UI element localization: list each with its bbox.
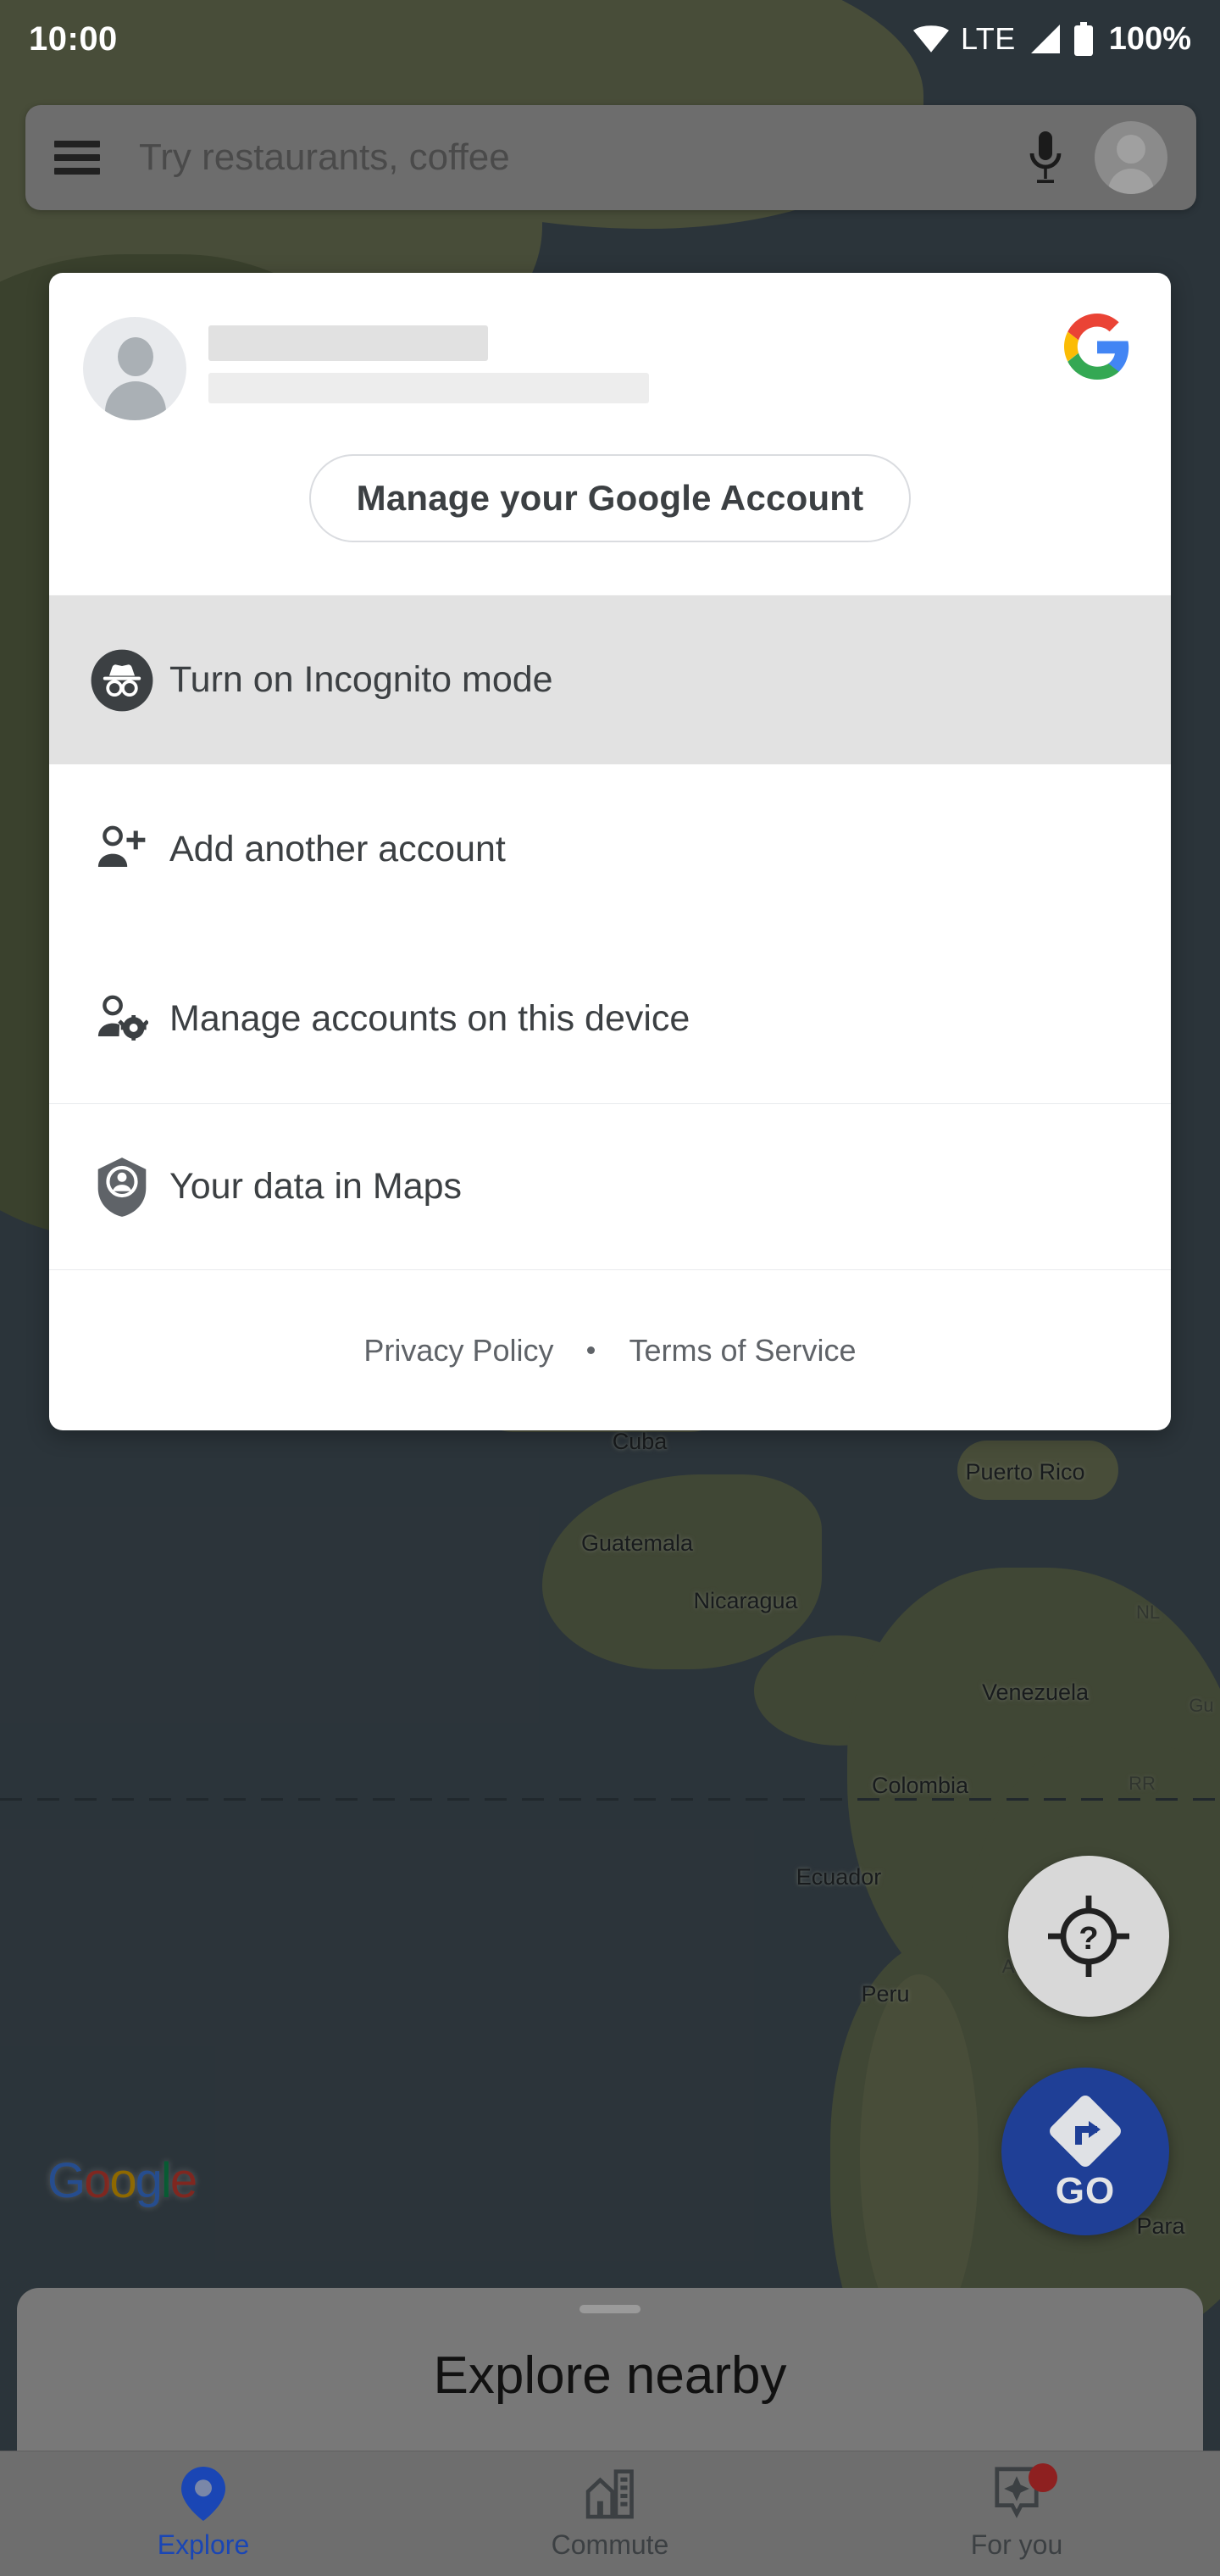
menu-item-label: Manage accounts on this device — [169, 997, 690, 1039]
account-menu-card: Manage your Google Account Turn on Incog… — [49, 273, 1171, 1430]
directions-arrow-icon — [1050, 2096, 1121, 2167]
menu-item-turn-on-incognito-mode[interactable]: Turn on Incognito mode — [49, 595, 1171, 764]
network-type-label: LTE — [960, 21, 1016, 56]
status-indicators: LTE 100% — [912, 20, 1191, 58]
person-settings-icon — [83, 994, 161, 1043]
bottom-sheet-title: Explore nearby — [433, 2346, 787, 2405]
privacy-policy-link[interactable]: Privacy Policy — [363, 1333, 553, 1368]
battery-icon — [1073, 22, 1093, 56]
battery-percent-label: 100% — [1108, 20, 1191, 57]
directions-go-button[interactable]: GO — [1001, 2068, 1169, 2235]
terms-of-service-link[interactable]: Terms of Service — [629, 1333, 856, 1368]
menu-item-label: Your data in Maps — [169, 1166, 463, 1207]
footer-separator-dot — [587, 1346, 596, 1354]
nav-item-label: Commute — [551, 2529, 669, 2560]
account-avatar[interactable] — [83, 317, 186, 420]
my-location-button[interactable]: ? — [1008, 1856, 1169, 2017]
go-button-label: GO — [1055, 2170, 1116, 2212]
person-add-icon — [83, 824, 161, 874]
status-bar: 10:00 LTE 100% — [0, 0, 1220, 78]
search-bar[interactable]: Try restaurants, coffee — [25, 105, 1196, 210]
incognito-icon — [83, 648, 161, 713]
search-bar-avatar[interactable] — [1095, 121, 1167, 194]
manage-account-row: Manage your Google Account — [49, 420, 1171, 595]
menu-item-your-data-in-maps[interactable]: Your data in Maps — [49, 1103, 1171, 1269]
wifi-icon — [912, 25, 949, 53]
bottom-navigation-bar: Explore Commute For you — [0, 2451, 1220, 2576]
nav-item-commute[interactable]: Commute — [407, 2451, 813, 2576]
signal-icon — [1030, 25, 1060, 53]
search-input[interactable]: Try restaurants, coffee — [139, 136, 1027, 179]
nav-item-for-you[interactable]: For you — [813, 2451, 1220, 2576]
svg-text:?: ? — [1079, 1921, 1098, 1957]
account-email-redacted — [208, 373, 649, 403]
location-unknown-icon: ? — [1048, 1896, 1129, 1977]
menu-item-label: Turn on Incognito mode — [169, 659, 553, 700]
bottom-sheet-drag-handle[interactable] — [580, 2305, 640, 2313]
menu-item-label: Add another account — [169, 828, 506, 869]
nav-item-label: Explore — [157, 2529, 250, 2560]
menu-item-add-another-account[interactable]: Add another account — [49, 764, 1171, 934]
for-you-badge-dot — [1029, 2463, 1057, 2492]
status-time: 10:00 — [29, 19, 118, 58]
account-identity — [208, 325, 1137, 403]
shield-person-icon — [83, 1156, 161, 1219]
account-name-redacted — [208, 325, 488, 361]
hamburger-menu-icon[interactable] — [54, 141, 100, 175]
google-g-logo — [1064, 314, 1129, 380]
nav-item-explore[interactable]: Explore — [0, 2451, 407, 2576]
buildings-icon — [585, 2469, 634, 2519]
microphone-icon[interactable] — [1027, 131, 1064, 184]
map-pin-icon — [181, 2467, 225, 2521]
account-header — [49, 273, 1171, 420]
card-footer: Privacy Policy Terms of Service — [49, 1269, 1171, 1430]
nav-item-label: For you — [970, 2529, 1063, 2560]
manage-google-account-button[interactable]: Manage your Google Account — [308, 454, 912, 542]
menu-item-manage-accounts-on-this-device[interactable]: Manage accounts on this device — [49, 934, 1171, 1103]
